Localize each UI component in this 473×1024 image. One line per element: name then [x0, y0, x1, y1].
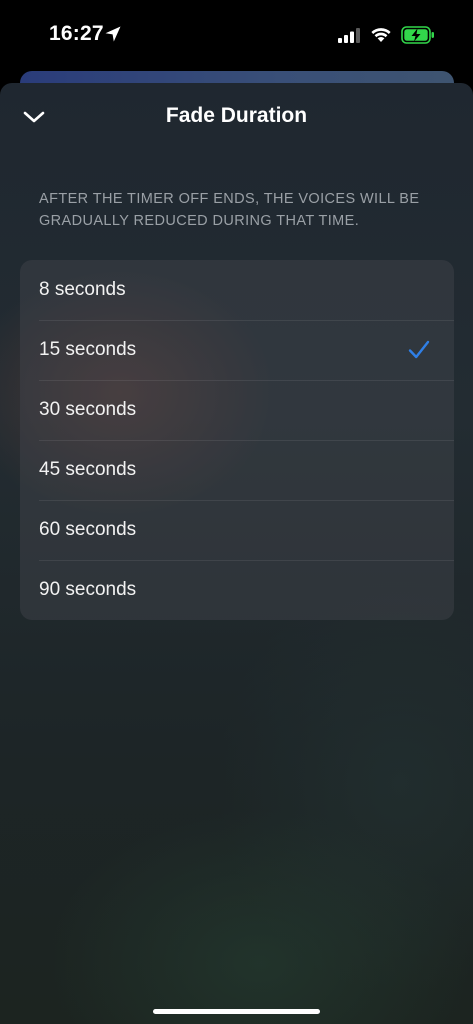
cellular-signal-icon [338, 28, 360, 43]
option-label: 60 seconds [39, 519, 137, 540]
option-label: 8 seconds [39, 279, 126, 300]
option-label: 30 seconds [39, 399, 137, 420]
status-time: 16:27 [49, 22, 104, 45]
home-indicator[interactable] [153, 1009, 320, 1014]
option-90-seconds[interactable]: 90 seconds [20, 560, 454, 620]
checkmark-icon [408, 340, 430, 359]
option-45-seconds[interactable]: 45 seconds [20, 440, 454, 500]
option-8-seconds[interactable]: 8 seconds [20, 260, 454, 320]
duration-options-list: 8 seconds 15 seconds 30 seconds 45 secon… [20, 260, 454, 620]
option-label: 90 seconds [39, 579, 137, 600]
option-15-seconds[interactable]: 15 seconds [20, 320, 454, 380]
screen: 16:27 Fade Duration AFTER THE TIMER OFF [0, 0, 473, 1024]
sheet-description: AFTER THE TIMER OFF ENDS, THE VOICES WIL… [39, 191, 420, 229]
fade-duration-sheet: Fade Duration AFTER THE TIMER OFF ENDS, … [0, 83, 473, 1024]
option-60-seconds[interactable]: 60 seconds [20, 500, 454, 560]
location-arrow-icon [105, 26, 121, 42]
option-30-seconds[interactable]: 30 seconds [20, 380, 454, 440]
battery-charging-icon [401, 26, 434, 44]
option-label: 15 seconds [39, 339, 137, 360]
status-bar: 16:27 [0, 0, 473, 70]
option-label: 45 seconds [39, 459, 137, 480]
sheet-title: Fade Duration [165, 104, 308, 127]
wifi-icon [371, 28, 391, 42]
